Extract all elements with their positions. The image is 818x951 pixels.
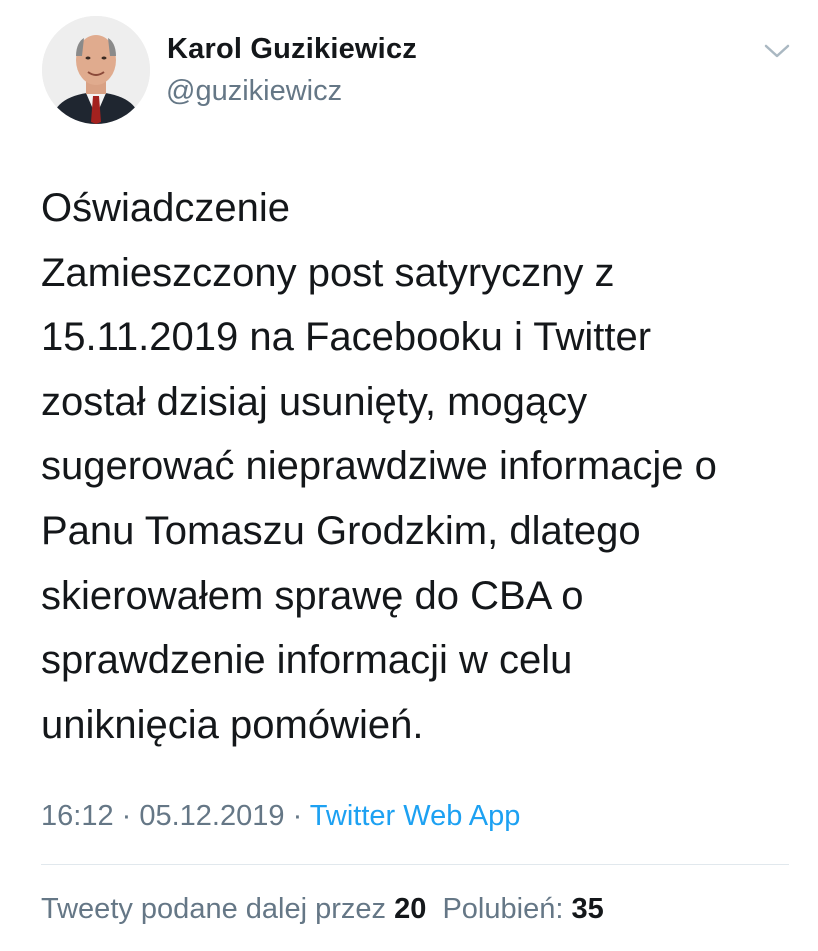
tweet-stats: Tweety podane dalej przez 20 Polubień: 3… <box>41 893 604 926</box>
tweet-meta: 16:12 · 05.12.2019 · Twitter Web App <box>41 800 520 833</box>
tweet-header: Karol Guzikiewicz @guzikiewicz <box>0 0 818 140</box>
tweet-date[interactable]: 05.12.2019 <box>139 800 284 832</box>
likes-label: Polubień: <box>442 893 564 925</box>
chevron-down-icon[interactable] <box>760 36 794 66</box>
avatar-photo <box>42 16 150 124</box>
avatar[interactable] <box>42 16 150 124</box>
retweets-label: Tweety podane dalej przez <box>41 893 386 925</box>
meta-separator: · <box>284 800 310 832</box>
tweet-source-link[interactable]: Twitter Web App <box>310 800 521 832</box>
divider <box>41 864 789 865</box>
tweet-text: Oświadczenie Zamieszczony post satyryczn… <box>41 186 717 747</box>
likes-stat[interactable]: Polubień: 35 <box>442 893 603 925</box>
likes-count: 35 <box>571 893 604 925</box>
author-handle[interactable]: @guzikiewicz <box>166 75 342 108</box>
meta-separator: · <box>113 800 140 832</box>
author-name[interactable]: Karol Guzikiewicz <box>167 33 417 66</box>
tweet-time[interactable]: 16:12 <box>41 800 114 832</box>
retweets-stat[interactable]: Tweety podane dalej przez 20 <box>41 893 426 925</box>
retweets-count: 20 <box>394 893 427 925</box>
